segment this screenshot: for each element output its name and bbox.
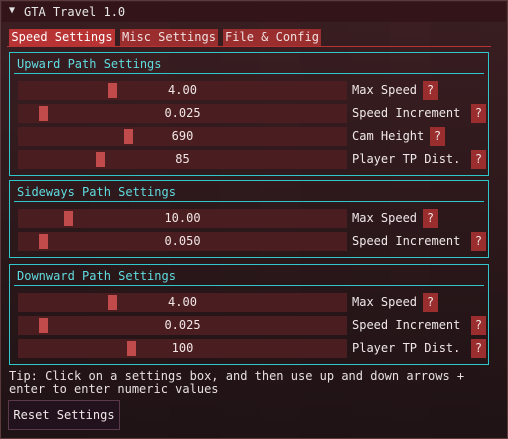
slider-value: 85 (175, 152, 190, 166)
upward-cam-height-slider[interactable]: 690 (18, 127, 347, 146)
help-button[interactable]: ? (423, 81, 438, 100)
reset-settings-button[interactable]: Reset Settings (8, 400, 120, 430)
slider-value: 0.025 (164, 106, 201, 120)
slider-value: 100 (171, 341, 194, 355)
downward-speed-increment-row: 0.025 Speed Increment ? (18, 316, 486, 335)
upward-max-speed-row: 4.00 Max Speed ? (18, 81, 484, 100)
slider-value: 10.00 (164, 211, 201, 225)
window-title: GTA Travel 1.0 (24, 5, 126, 19)
slider-value: 4.00 (168, 295, 197, 309)
downward-path-group: Downward Path Settings 4.00 Max Speed ? … (9, 264, 489, 365)
row-label: Max Speed (352, 211, 418, 225)
upward-speed-increment-slider[interactable]: 0.025 (18, 104, 347, 123)
collapse-triangle-icon[interactable]: ▼ (9, 5, 15, 16)
sideways-speed-increment-row: 0.050 Speed Increment ? (18, 232, 486, 251)
downward-player-tp-dist-row: 100 Player TP Dist. ? (18, 339, 486, 358)
row-label: Speed Increment (352, 318, 461, 332)
row-label: Max Speed (352, 83, 418, 97)
downward-speed-increment-slider[interactable]: 0.025 (18, 316, 347, 335)
row-label: Speed Increment (352, 234, 461, 248)
slider-value: 0.050 (164, 234, 201, 248)
help-button[interactable]: ? (471, 150, 486, 169)
upward-path-group: Upward Path Settings 4.00 Max Speed ? 0.… (9, 52, 489, 176)
upward-player-tp-dist-slider[interactable]: 85 (18, 150, 347, 169)
sideways-max-speed-row: 10.00 Max Speed ? (18, 209, 484, 228)
upward-max-speed-slider[interactable]: 4.00 (18, 81, 347, 100)
upward-speed-increment-row: 0.025 Speed Increment ? (18, 104, 486, 123)
settings-window: ▼ GTA Travel 1.0 Speed Settings Misc Set… (0, 0, 508, 439)
row-label: Speed Increment (352, 106, 461, 120)
tip-text: Tip: Click on a settings box, and then u… (9, 369, 465, 396)
downward-max-speed-slider[interactable]: 4.00 (18, 293, 347, 312)
help-button[interactable]: ? (423, 209, 438, 228)
row-label: Player TP Dist. (352, 341, 461, 355)
group-separator (14, 201, 484, 202)
help-button[interactable]: ? (423, 293, 438, 312)
group-separator (14, 73, 484, 74)
row-label: Max Speed (352, 295, 418, 309)
upward-cam-height-row: 690 Cam Height ? (18, 127, 484, 146)
help-button[interactable]: ? (471, 339, 486, 358)
help-button[interactable]: ? (471, 104, 486, 123)
upward-group-title: Upward Path Settings (17, 57, 162, 71)
help-button[interactable]: ? (471, 316, 486, 335)
tab-misc-settings[interactable]: Misc Settings (120, 29, 218, 46)
sideways-speed-increment-slider[interactable]: 0.050 (18, 232, 347, 251)
slider-value: 0.025 (164, 318, 201, 332)
slider-value: 690 (171, 129, 194, 143)
tab-file-config[interactable]: File & Config (223, 29, 321, 46)
downward-group-title: Downward Path Settings (17, 269, 176, 283)
downward-max-speed-row: 4.00 Max Speed ? (18, 293, 484, 312)
group-separator (14, 285, 484, 286)
upward-player-tp-dist-row: 85 Player TP Dist. ? (18, 150, 486, 169)
tab-underline (7, 46, 491, 47)
sideways-group-title: Sideways Path Settings (17, 185, 176, 199)
help-button[interactable]: ? (430, 127, 445, 146)
slider-value: 4.00 (168, 83, 197, 97)
downward-player-tp-dist-slider[interactable]: 100 (18, 339, 347, 358)
row-label: Player TP Dist. (352, 152, 461, 166)
help-button[interactable]: ? (471, 232, 486, 251)
sideways-path-group: Sideways Path Settings 10.00 Max Speed ?… (9, 180, 489, 258)
sideways-max-speed-slider[interactable]: 10.00 (18, 209, 347, 228)
window-titlebar[interactable]: ▼ GTA Travel 1.0 (2, 2, 506, 22)
row-label: Cam Height (352, 129, 425, 143)
tab-speed-settings[interactable]: Speed Settings (9, 29, 115, 46)
